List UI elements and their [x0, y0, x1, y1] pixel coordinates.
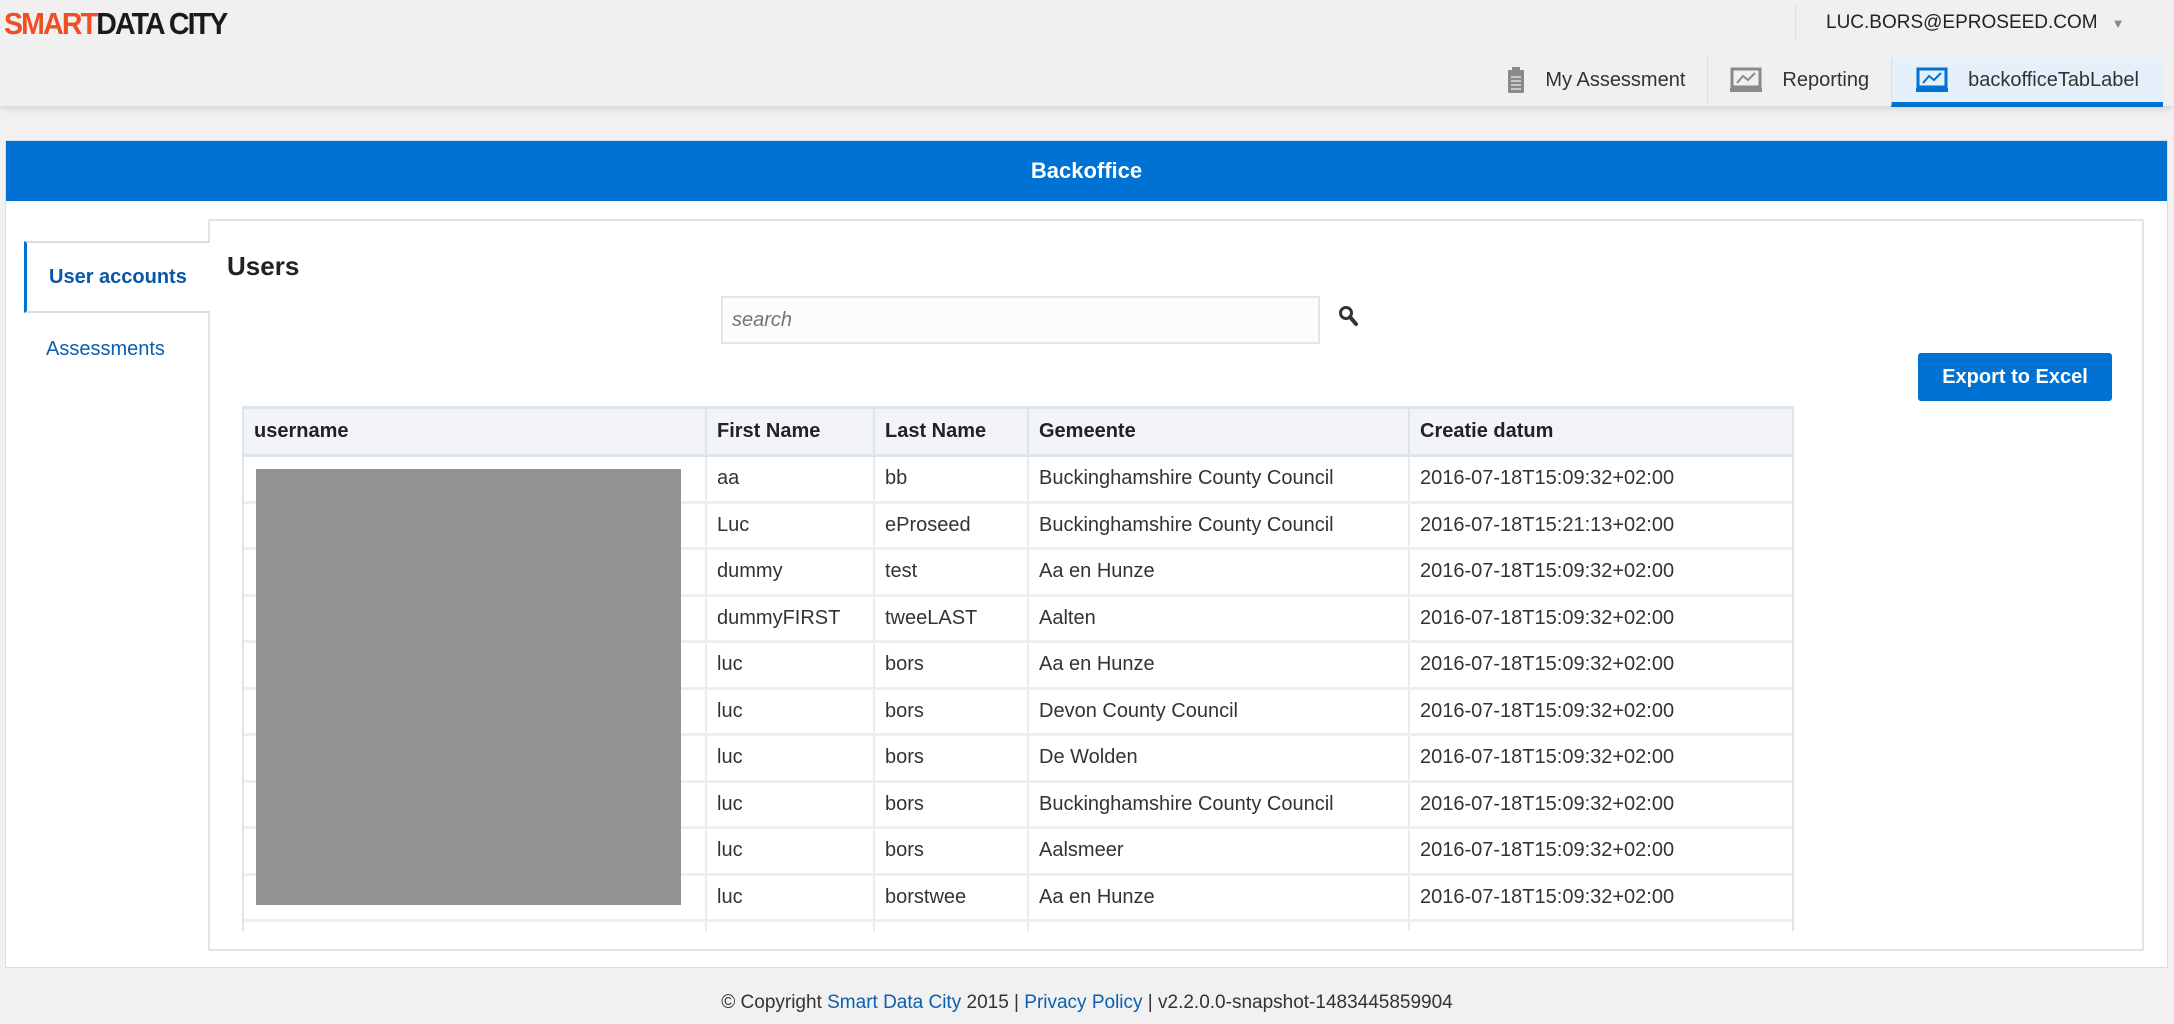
main-tabs: My Assessment Reporting backofficeTabLab…: [1485, 58, 2163, 107]
search-input[interactable]: [721, 296, 1320, 344]
table-cell: 2016-07-18T15:09:32+02:00: [1408, 734, 1792, 783]
table-cell: bb: [873, 455, 1028, 504]
table-cell: Aalsmeer: [1027, 827, 1409, 876]
smart-data-city-link[interactable]: Smart Data City: [827, 992, 961, 1013]
table-cell: luc: [705, 688, 874, 736]
section-title: Users: [227, 251, 300, 281]
table-cell: [1027, 920, 1409, 931]
table-cell: 2016-07-18T15:09:32+02:00: [1408, 455, 1792, 504]
table-cell: luc: [705, 781, 874, 829]
table-cell: 2016-07-18T15:09:32+02:00: [1408, 874, 1792, 922]
table-cell: luc: [705, 827, 874, 876]
table-cell: luc: [705, 641, 874, 690]
table-cell: 2016-07-18T15:09:32+02:00: [1408, 688, 1792, 736]
column-header[interactable]: First Name: [705, 406, 874, 457]
table-cell: bors: [873, 641, 1028, 690]
table-cell: De Wolden: [1027, 734, 1409, 783]
table-cell: borstwee: [873, 874, 1028, 922]
table-cell: Buckinghamshire County Council: [1027, 455, 1409, 504]
sidebar-item-assessments[interactable]: Assessments: [24, 313, 209, 385]
export-to-excel-button[interactable]: Export to Excel: [1918, 353, 2112, 401]
table-cell: eProseed: [873, 502, 1028, 550]
clipboard-icon: [1508, 67, 1525, 93]
user-menu[interactable]: LUC.BORS@EPROSEED.COM ▼: [1795, 4, 2125, 42]
search-icon[interactable]: [1338, 305, 1358, 327]
tab-label: backofficeTabLabel: [1968, 68, 2139, 91]
table-cell: 2016-07-18T15:09:32+02:00: [1408, 595, 1792, 643]
chart-monitor-icon: [1730, 67, 1763, 92]
table-cell: dummy: [705, 548, 874, 597]
table-cell: Aa en Hunze: [1027, 874, 1409, 922]
table-cell: tweeLAST: [873, 595, 1028, 643]
logo-smart: SMART: [4, 6, 98, 41]
table-cell: Buckinghamshire County Council: [1027, 502, 1409, 550]
copyright-text: © Copyright: [721, 992, 828, 1013]
table-cell: luc: [705, 734, 874, 783]
tab-label: Reporting: [1782, 68, 1870, 91]
table-header: username First Name Last Name Gemeente Creat…: [244, 406, 1792, 457]
table-cell: [1408, 920, 1792, 931]
table-cell: luc: [705, 874, 874, 922]
table-cell: Aalten: [1027, 595, 1409, 643]
table-row[interactable]: [244, 920, 1792, 931]
table-cell: 2016-07-18T15:09:32+02:00: [1408, 781, 1792, 829]
table-cell: test: [873, 548, 1028, 597]
redacted-usernames: [256, 469, 681, 905]
table-cell: bors: [873, 734, 1028, 783]
table-cell: [244, 920, 706, 931]
logo-datacity: DATA CITY: [96, 6, 228, 41]
column-header[interactable]: username: [244, 406, 706, 457]
table-cell: 2016-07-18T15:09:32+02:00: [1408, 548, 1792, 597]
footer: © Copyright Smart Data City 2015 | Priva…: [0, 992, 2174, 1014]
sidebar-item-user-accounts[interactable]: User accounts: [24, 241, 210, 313]
tab-label: My Assessment: [1545, 68, 1686, 91]
table-cell: Aa en Hunze: [1027, 641, 1409, 690]
chart-monitor-icon: [1916, 67, 1949, 92]
tab-my-assessment[interactable]: My Assessment: [1485, 58, 1707, 102]
table-cell: dummyFIRST: [705, 595, 874, 643]
table-cell: [873, 920, 1028, 931]
table-cell: 2016-07-18T15:09:32+02:00: [1408, 827, 1792, 876]
privacy-policy-link[interactable]: Privacy Policy: [1024, 992, 1142, 1013]
column-header[interactable]: Last Name: [873, 406, 1028, 457]
caret-down-icon: ▼: [2111, 15, 2125, 31]
table-cell: bors: [873, 781, 1028, 829]
table-cell: Devon County Council: [1027, 688, 1409, 736]
table-cell: Buckinghamshire County Council: [1027, 781, 1409, 829]
table-cell: aa: [705, 455, 874, 504]
table-cell: 2016-07-18T15:09:32+02:00: [1408, 641, 1792, 690]
table-cell: bors: [873, 827, 1028, 876]
top-bar: SMARTDATA CITY LUC.BORS@EPROSEED.COM ▼ My…: [0, 0, 2174, 107]
logo[interactable]: SMARTDATA CITY: [4, 6, 228, 42]
column-header[interactable]: Creatie datum: [1408, 406, 1792, 457]
version-text: | v2.2.0.0-snapshot-1483445859904: [1142, 992, 1453, 1013]
table-cell: 2016-07-18T15:21:13+02:00: [1408, 502, 1792, 550]
user-email: LUC.BORS@EPROSEED.COM: [1826, 12, 2098, 33]
table-cell: [705, 920, 874, 931]
sidebar: User accounts Assessments: [24, 241, 210, 385]
page-title: Backoffice: [6, 141, 2167, 201]
tab-backoffice[interactable]: backofficeTabLabel: [1891, 58, 2163, 107]
year-text: 2015 |: [961, 992, 1025, 1013]
table-cell: Aa en Hunze: [1027, 548, 1409, 597]
table-cell: Luc: [705, 502, 874, 550]
column-header[interactable]: Gemeente: [1027, 406, 1409, 457]
tab-reporting[interactable]: Reporting: [1707, 58, 1891, 102]
table-cell: bors: [873, 688, 1028, 736]
